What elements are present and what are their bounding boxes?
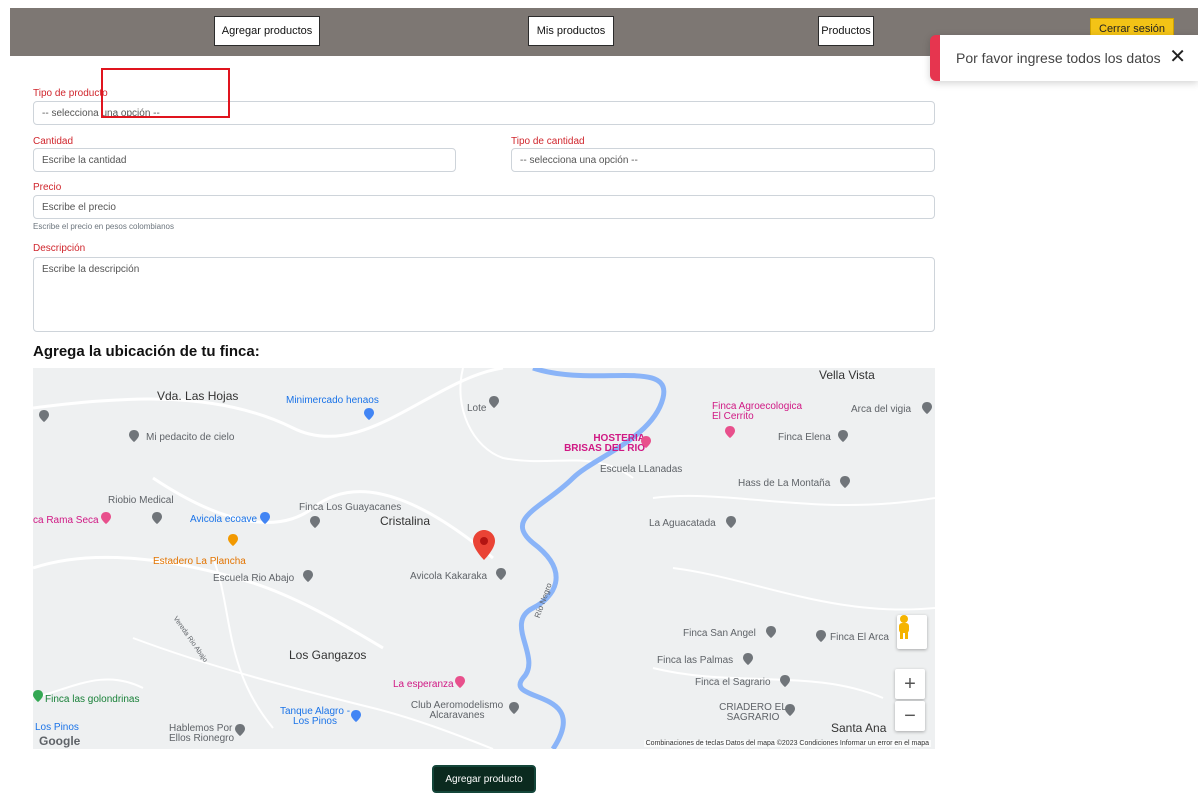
map-label-golondrinas: Finca las golondrinas [45,694,140,705]
lodging-pin-icon[interactable] [725,426,735,438]
shop-pin-icon[interactable] [260,512,270,524]
map-pin-icon[interactable] [235,724,245,736]
map-pin-icon[interactable] [310,516,320,528]
map-label-guayacanes: Finca Los Guayacanes [299,502,402,513]
restaurant-pin-icon[interactable] [228,534,238,546]
map-label-esperanza: La esperanza [393,679,454,690]
map-label-mi-pedacito: Mi pedacito de cielo [146,432,235,443]
map-pin-icon[interactable] [39,410,49,422]
map-pin-icon[interactable] [496,568,506,580]
map-label-las-hojas: Vda. Las Hojas [157,389,239,403]
map-label-sagrario: Finca el Sagrario [695,677,771,688]
map-label-hosteria: HOSTERIA BRISAS DEL RIO [564,433,645,454]
nav-add-products-button[interactable]: Agregar productos [214,16,320,46]
location-map[interactable]: Vella Vista Vda. Las Hojas Minimercado h… [33,368,935,749]
map-label-aguacatada: La Aguacatada [649,518,716,529]
map-label-finca-agroecologica: Finca Agroecologica El Cerrito [712,401,803,422]
map-label-los-pinos: Los Pinos [35,722,79,733]
map-label-lote: Lote [467,403,487,414]
description-placeholder: Escribe la descripción [42,264,140,275]
map-label-san-angel: Finca San Angel [683,628,756,639]
map-label-escuela-llanadas: Escuela LLanadas [600,464,683,475]
map-label-kakaraka: Avicola Kakaraka [410,571,488,582]
zoom-in-button[interactable]: + [895,669,925,699]
toast-message: Por favor ingrese todos los datos [956,50,1161,66]
map-label-minimercado: Minimercado henaos [286,395,379,406]
map-pin-icon[interactable] [766,626,776,638]
quantity-input[interactable]: Escribe la cantidad [33,148,456,172]
map-pin-icon[interactable] [785,704,795,716]
map-pin-icon[interactable] [509,702,519,714]
map-pin-icon[interactable] [922,402,932,414]
map-pin-icon[interactable] [489,396,499,408]
map-pin-icon[interactable] [152,512,162,524]
park-pin-icon[interactable] [33,690,43,702]
zoom-out-button[interactable]: − [895,701,925,731]
selected-location-marker-icon[interactable] [473,530,495,560]
map-label-hass: Hass de La Montaña [738,478,831,489]
map-label-cristalina: Cristalina [380,514,431,528]
shop-pin-icon[interactable] [351,710,361,722]
description-label: Descripción [33,243,86,254]
map-label-avicola-ecoave: Avicola ecoave [190,514,258,525]
nav-products-button[interactable]: Productos [818,16,874,46]
map-label-riobio: Riobio Medical [108,495,174,506]
map-label-criadero: CRIADERO EL SAGRARIO [719,702,787,723]
map-pin-icon[interactable] [129,430,139,442]
map-section-title: Agrega la ubicación de tu finca: [33,343,260,360]
lodging-pin-icon[interactable] [101,512,111,524]
map-pin-icon[interactable] [303,570,313,582]
street-view-pegman-icon[interactable] [897,615,927,649]
quantity-type-select[interactable]: -- selecciona una opción -- [511,148,935,172]
add-product-submit-button[interactable]: Agregar producto [432,765,536,793]
nav-my-products-button[interactable]: Mis productos [528,16,614,46]
error-toast: Por favor ingrese todos los datos ✕ [930,35,1198,81]
map-pin-icon[interactable] [726,516,736,528]
price-input[interactable]: Escribe el precio [33,195,935,219]
description-textarea[interactable]: Escribe la descripción [33,257,935,332]
shop-pin-icon[interactable] [364,408,374,420]
map-pin-icon[interactable] [840,476,850,488]
map-label-vella-vista: Vella Vista [819,368,875,382]
highlight-box [101,68,230,118]
map-label-escuela-rio-abajo: Escuela Rio Abajo [213,573,295,584]
map-pin-icon[interactable] [743,653,753,665]
map-label-estadero: Estadero La Plancha [153,556,246,567]
map-label-las-palmas: Finca las Palmas [657,655,734,666]
map-label-santa-ana: Santa Ana [831,721,887,735]
price-help-text: Escribe el precio en pesos colombianos [33,222,174,231]
google-logo: Google [39,734,81,748]
map-attribution[interactable]: Combinaciones de teclas Datos del mapa ©… [643,740,931,747]
map-label-gangazos: Los Gangazos [289,648,367,662]
product-type-label: Tipo de producto [33,88,108,99]
price-label: Precio [33,182,62,193]
close-icon[interactable]: ✕ [1169,47,1186,67]
quantity-type-label: Tipo de cantidad [511,136,585,147]
lodging-pin-icon[interactable] [641,436,651,448]
map-pin-icon[interactable] [838,430,848,442]
map-label-aeromodelismo: Club Aeromodelismo Alcaravanes [410,700,504,721]
map-label-finca-elena: Finca Elena [778,432,831,443]
map-label-arca-del-vigia: Arca del vigia [851,404,912,415]
quantity-label: Cantidad [33,136,74,147]
map-label-el-arca: Finca El Arca [830,632,889,643]
map-label-tanque: Tanque Alagro - Los Pinos [279,706,351,727]
map-label-rama-seca: ca Rama Seca [33,515,99,526]
map-pin-icon[interactable] [816,630,826,642]
lodging-pin-icon[interactable] [455,676,465,688]
map-pin-icon[interactable] [780,675,790,687]
